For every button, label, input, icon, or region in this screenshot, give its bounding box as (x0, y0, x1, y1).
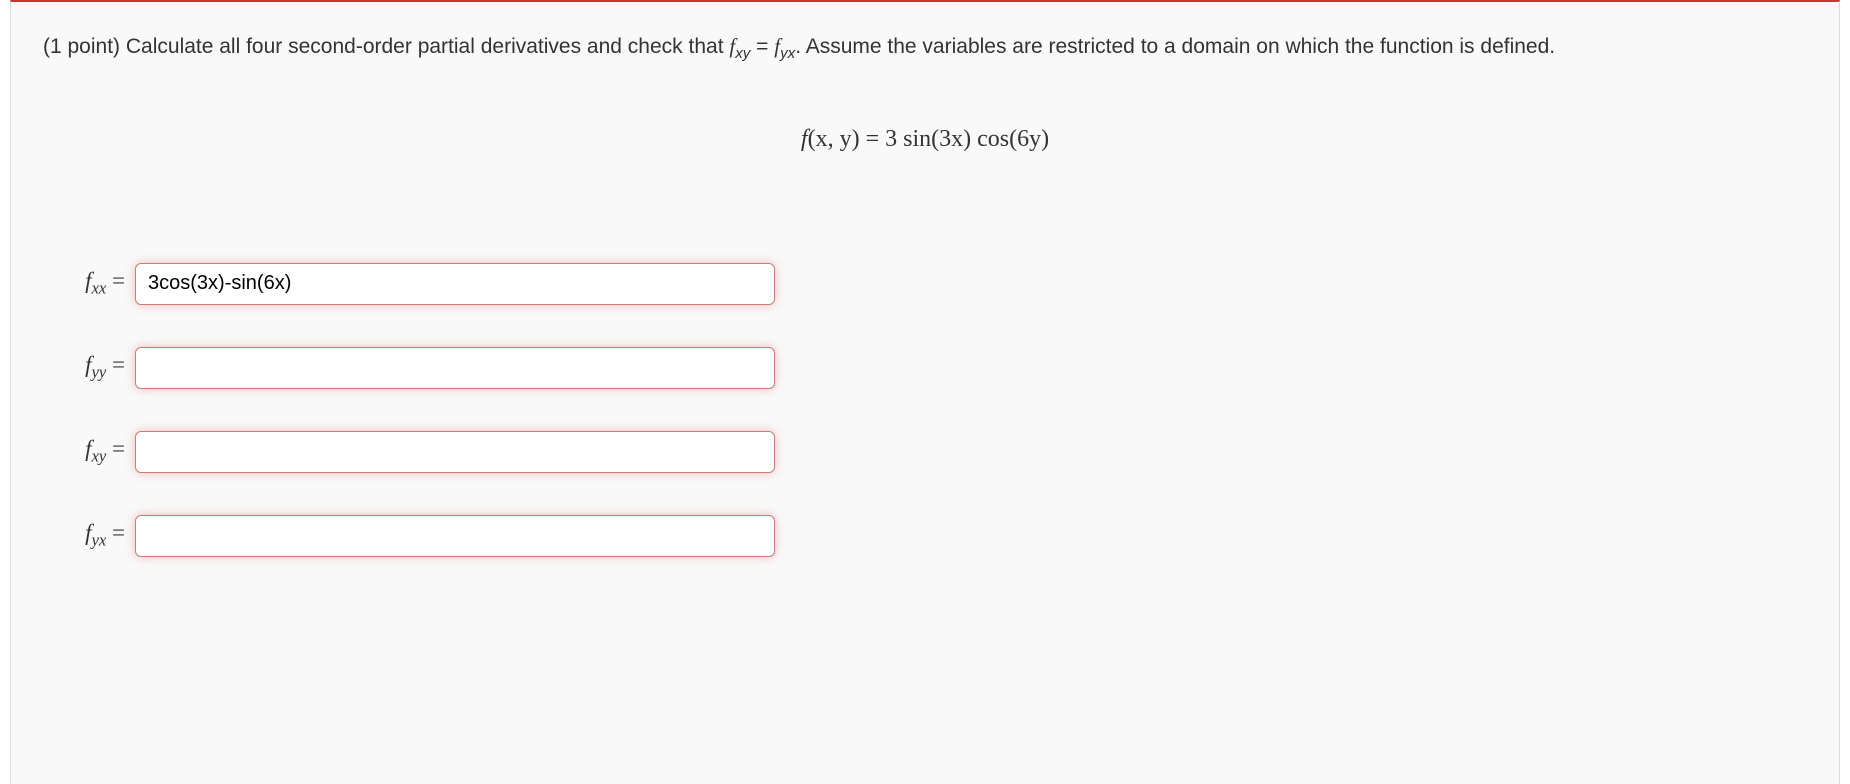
statement-part2: . Assume the variables are restricted to… (795, 35, 1555, 58)
fxy-sub: xy (735, 45, 750, 62)
statement-part1: Calculate all four second-order partial … (126, 35, 729, 58)
label-fyy: fyy = (59, 352, 135, 383)
equals-1: = (750, 35, 774, 58)
fxy-eq: = (106, 436, 125, 461)
function-equation: f(x, y) = 3 sin(3x) cos(6y) (43, 126, 1807, 153)
label-fxx: fxx = (59, 268, 135, 299)
input-fyx[interactable] (135, 515, 775, 557)
fyx-eq: = (106, 520, 125, 545)
answer-row-fxx: fxx = (59, 263, 1807, 305)
fxx-eq: = (106, 268, 125, 293)
fyy-eq: = (106, 352, 125, 377)
input-fyy[interactable] (135, 347, 775, 389)
input-fxx[interactable] (135, 263, 775, 305)
points-label: (1 point) (43, 35, 126, 58)
problem-statement: (1 point) Calculate all four second-orde… (43, 30, 1807, 66)
fxx-sub: xx (92, 279, 107, 298)
label-fxy: fxy = (59, 436, 135, 467)
fyx-sub: yx (780, 45, 795, 62)
eq-f: f (801, 126, 808, 152)
eq-equals: = (860, 126, 886, 152)
problem-container: (1 point) Calculate all four second-orde… (10, 0, 1840, 784)
eq-cos: cos (977, 126, 1009, 152)
eq-sin: sin (903, 126, 931, 152)
input-fxy[interactable] (135, 431, 775, 473)
fyx-sub: yx (92, 531, 107, 550)
answer-row-fxy: fxy = (59, 431, 1807, 473)
eq-args: (x, y) (808, 126, 860, 152)
fxy-sub: xy (92, 447, 107, 466)
fyy-sub: yy (92, 363, 107, 382)
eq-arg1: (3x) (931, 126, 977, 152)
label-fyx: fyx = (59, 520, 135, 551)
answer-row-fyy: fyy = (59, 347, 1807, 389)
eq-arg2: (6y) (1009, 126, 1049, 152)
answer-row-fyx: fyx = (59, 515, 1807, 557)
eq-coeff: 3 (885, 126, 903, 152)
